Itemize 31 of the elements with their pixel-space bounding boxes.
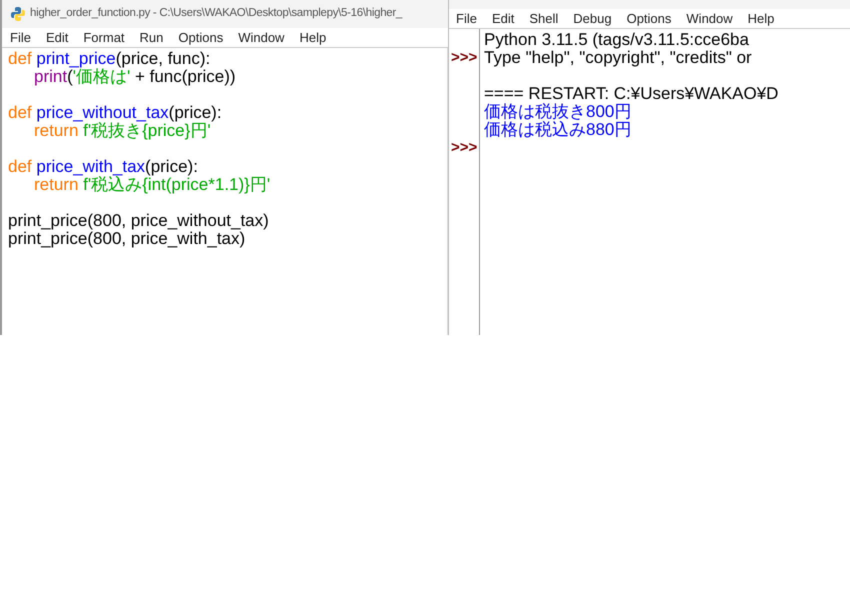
menu-item[interactable]: Format (83, 28, 125, 48)
menu-item[interactable]: Edit (492, 8, 514, 28)
menu-item[interactable]: Options (178, 28, 224, 48)
menu-item[interactable]: Edit (46, 28, 68, 48)
python-logo-icon (10, 6, 26, 22)
shell-prompt: >>> (451, 49, 478, 67)
menu-item[interactable]: Options (626, 8, 672, 28)
shell-line: Type "help", "copyright", "credits" or (484, 48, 752, 67)
shell-line: 価格は税込み880円 (484, 120, 632, 139)
menu-item[interactable]: Debug (573, 8, 612, 28)
code-line: def print_price(price, func): (8, 50, 210, 68)
menu-item[interactable]: Help (299, 28, 326, 48)
menu-item[interactable]: File (10, 28, 31, 48)
menu-item[interactable]: Run (140, 28, 164, 48)
code-line: def price_without_tax(price): (8, 104, 222, 122)
menu-item[interactable]: File (456, 8, 477, 28)
code-line: return f'税込み{int(price*1.1)}円' (33, 176, 270, 194)
shell-line: Python 3.11.5 (tags/v3.11.5:cce6ba (484, 30, 749, 49)
menu-item[interactable]: Shell (529, 8, 558, 28)
menu-item[interactable]: Window (686, 8, 733, 28)
window-title: higher_order_function.py - C:\Users\WAKAO\Desktop\samplepy\5-16\higher_ (30, 6, 402, 22)
menu-item[interactable]: Help (748, 8, 774, 28)
code-line: print_price(800, price_without_tax) (8, 212, 269, 230)
shell-line: 価格は税抜き800円 (484, 102, 632, 121)
menu-item[interactable]: Window (238, 28, 284, 48)
code-line: print('価格は' + func(price)) (33, 68, 236, 86)
shell-prompt: >>> (451, 139, 478, 157)
code-line: print_price(800, price_with_tax) (8, 230, 246, 248)
code-line: return f'税抜き{price}円' (33, 122, 211, 140)
shell-line: ==== RESTART: C:¥Users¥WAKAO¥D (484, 84, 778, 103)
code-line: def price_with_tax(price): (8, 158, 198, 176)
